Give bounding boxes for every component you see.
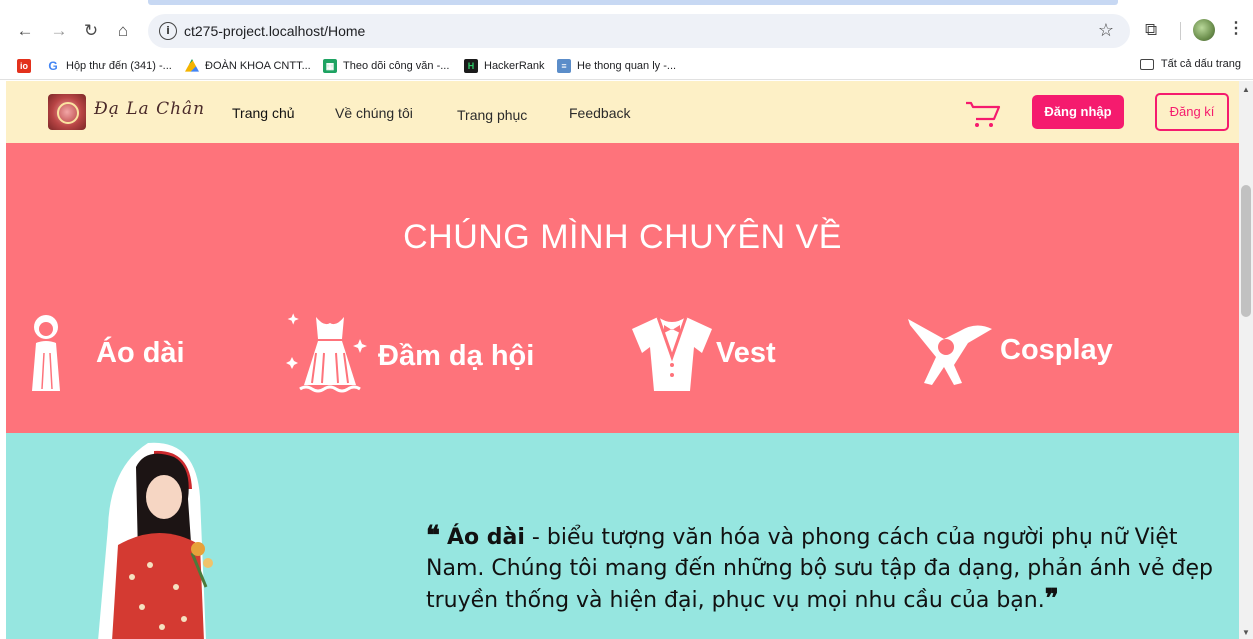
register-button[interactable]: Đăng kí	[1155, 93, 1229, 131]
login-button[interactable]: Đăng nhập	[1032, 95, 1124, 129]
category-cosplay[interactable]: Cosplay	[906, 313, 1113, 387]
hackerrank-icon: H	[464, 59, 478, 73]
extensions-icon[interactable]: ⧉	[1145, 20, 1157, 40]
drive-icon	[185, 59, 199, 72]
web-page: Đạ La Chân Trang chủ Về chúng tôi Trang …	[0, 81, 1239, 639]
evening-dress-icon	[286, 313, 367, 393]
profile-avatar[interactable]	[1193, 19, 1215, 41]
open-quote-icon: ❝	[426, 521, 440, 551]
logo-signature[interactable]: Đạ La Chân	[94, 99, 205, 119]
feature-quote: ❝ Áo dài - biểu tượng văn hóa và phong c…	[426, 521, 1236, 616]
bookmark-item[interactable]: H HackerRank	[464, 58, 545, 74]
folder-icon	[1139, 58, 1154, 70]
page-scrollbar[interactable]: ▲ ▼	[1239, 81, 1253, 639]
bookmark-item[interactable]: ▦ Theo dõi công văn -...	[323, 58, 449, 74]
system-icon: ≡	[557, 59, 571, 73]
bookmark-star-icon[interactable]: ☆	[1098, 20, 1114, 41]
logo-emblem[interactable]	[48, 94, 86, 130]
all-bookmarks[interactable]: Tất cả dấu trang	[1139, 58, 1241, 70]
specialties-section: CHÚNG MÌNH CHUYÊN VỀ Áo dài Đầm dạ hội V…	[6, 143, 1239, 433]
nav-about[interactable]: Về chúng tôi	[335, 105, 413, 121]
bookmark-item[interactable]: ≡ He thong quan ly -...	[557, 58, 676, 74]
nav-costumes[interactable]: Trang phục	[457, 107, 527, 123]
back-icon[interactable]: ←	[14, 20, 36, 42]
sheets-icon: ▦	[323, 59, 337, 73]
forward-icon[interactable]: →	[48, 20, 70, 42]
quote-body: - biểu tượng văn hóa và phong cách của n…	[426, 525, 1213, 613]
category-ao-dai[interactable]: Áo dài	[26, 313, 185, 393]
address-bar[interactable]: i ct275-project.localhost/Home ☆	[148, 14, 1130, 48]
nav-feedback[interactable]: Feedback	[569, 105, 630, 121]
home-icon[interactable]: ⌂	[112, 20, 134, 42]
quote-highlight: Áo dài	[447, 525, 525, 550]
nav-home[interactable]: Trang chủ	[232, 105, 295, 121]
ao-dai-feature-section: ❝ Áo dài - biểu tượng văn hóa và phong c…	[6, 433, 1239, 639]
category-dam-da-hoi[interactable]: Đầm dạ hội	[286, 313, 534, 399]
scrollbar-thumb[interactable]	[1241, 185, 1251, 317]
ao-dai-icon	[32, 315, 60, 391]
model-photo	[98, 442, 213, 639]
outlook-icon: io	[17, 59, 31, 73]
url-text[interactable]: ct275-project.localhost/Home	[184, 23, 365, 39]
bookmarks-bar: io G Hộp thư đến (341) -... ĐOÀN KHOA CN…	[0, 52, 1253, 80]
bookmark-item[interactable]: ĐOÀN KHOA CNTT...	[185, 58, 311, 74]
cart-icon[interactable]	[964, 99, 1002, 129]
bookmark-item[interactable]: io	[17, 58, 37, 74]
close-quote-icon: ❞	[1044, 584, 1059, 614]
cosplay-icon	[908, 319, 992, 385]
vest-tuxedo-icon	[632, 316, 712, 391]
category-vest[interactable]: Vest	[628, 313, 776, 393]
section-title: CHÚNG MÌNH CHUYÊN VỀ	[403, 218, 842, 256]
scroll-down-icon[interactable]: ▼	[1242, 628, 1250, 637]
active-tab-accent	[148, 0, 1118, 5]
site-header: Đạ La Chân Trang chủ Về chúng tôi Trang …	[6, 81, 1239, 143]
bookmark-item[interactable]: G Hộp thư đến (341) -...	[46, 58, 172, 74]
toolbar-divider	[1180, 22, 1181, 40]
reload-icon[interactable]: ↻	[80, 20, 102, 42]
menu-kebab-icon[interactable]: ⋮	[1228, 18, 1244, 38]
site-info-icon[interactable]: i	[159, 22, 177, 40]
browser-toolbar: ← → ↻ ⌂ i ct275-project.localhost/Home ☆…	[0, 0, 1253, 52]
scroll-up-icon[interactable]: ▲	[1242, 85, 1250, 94]
google-icon: G	[46, 59, 60, 73]
